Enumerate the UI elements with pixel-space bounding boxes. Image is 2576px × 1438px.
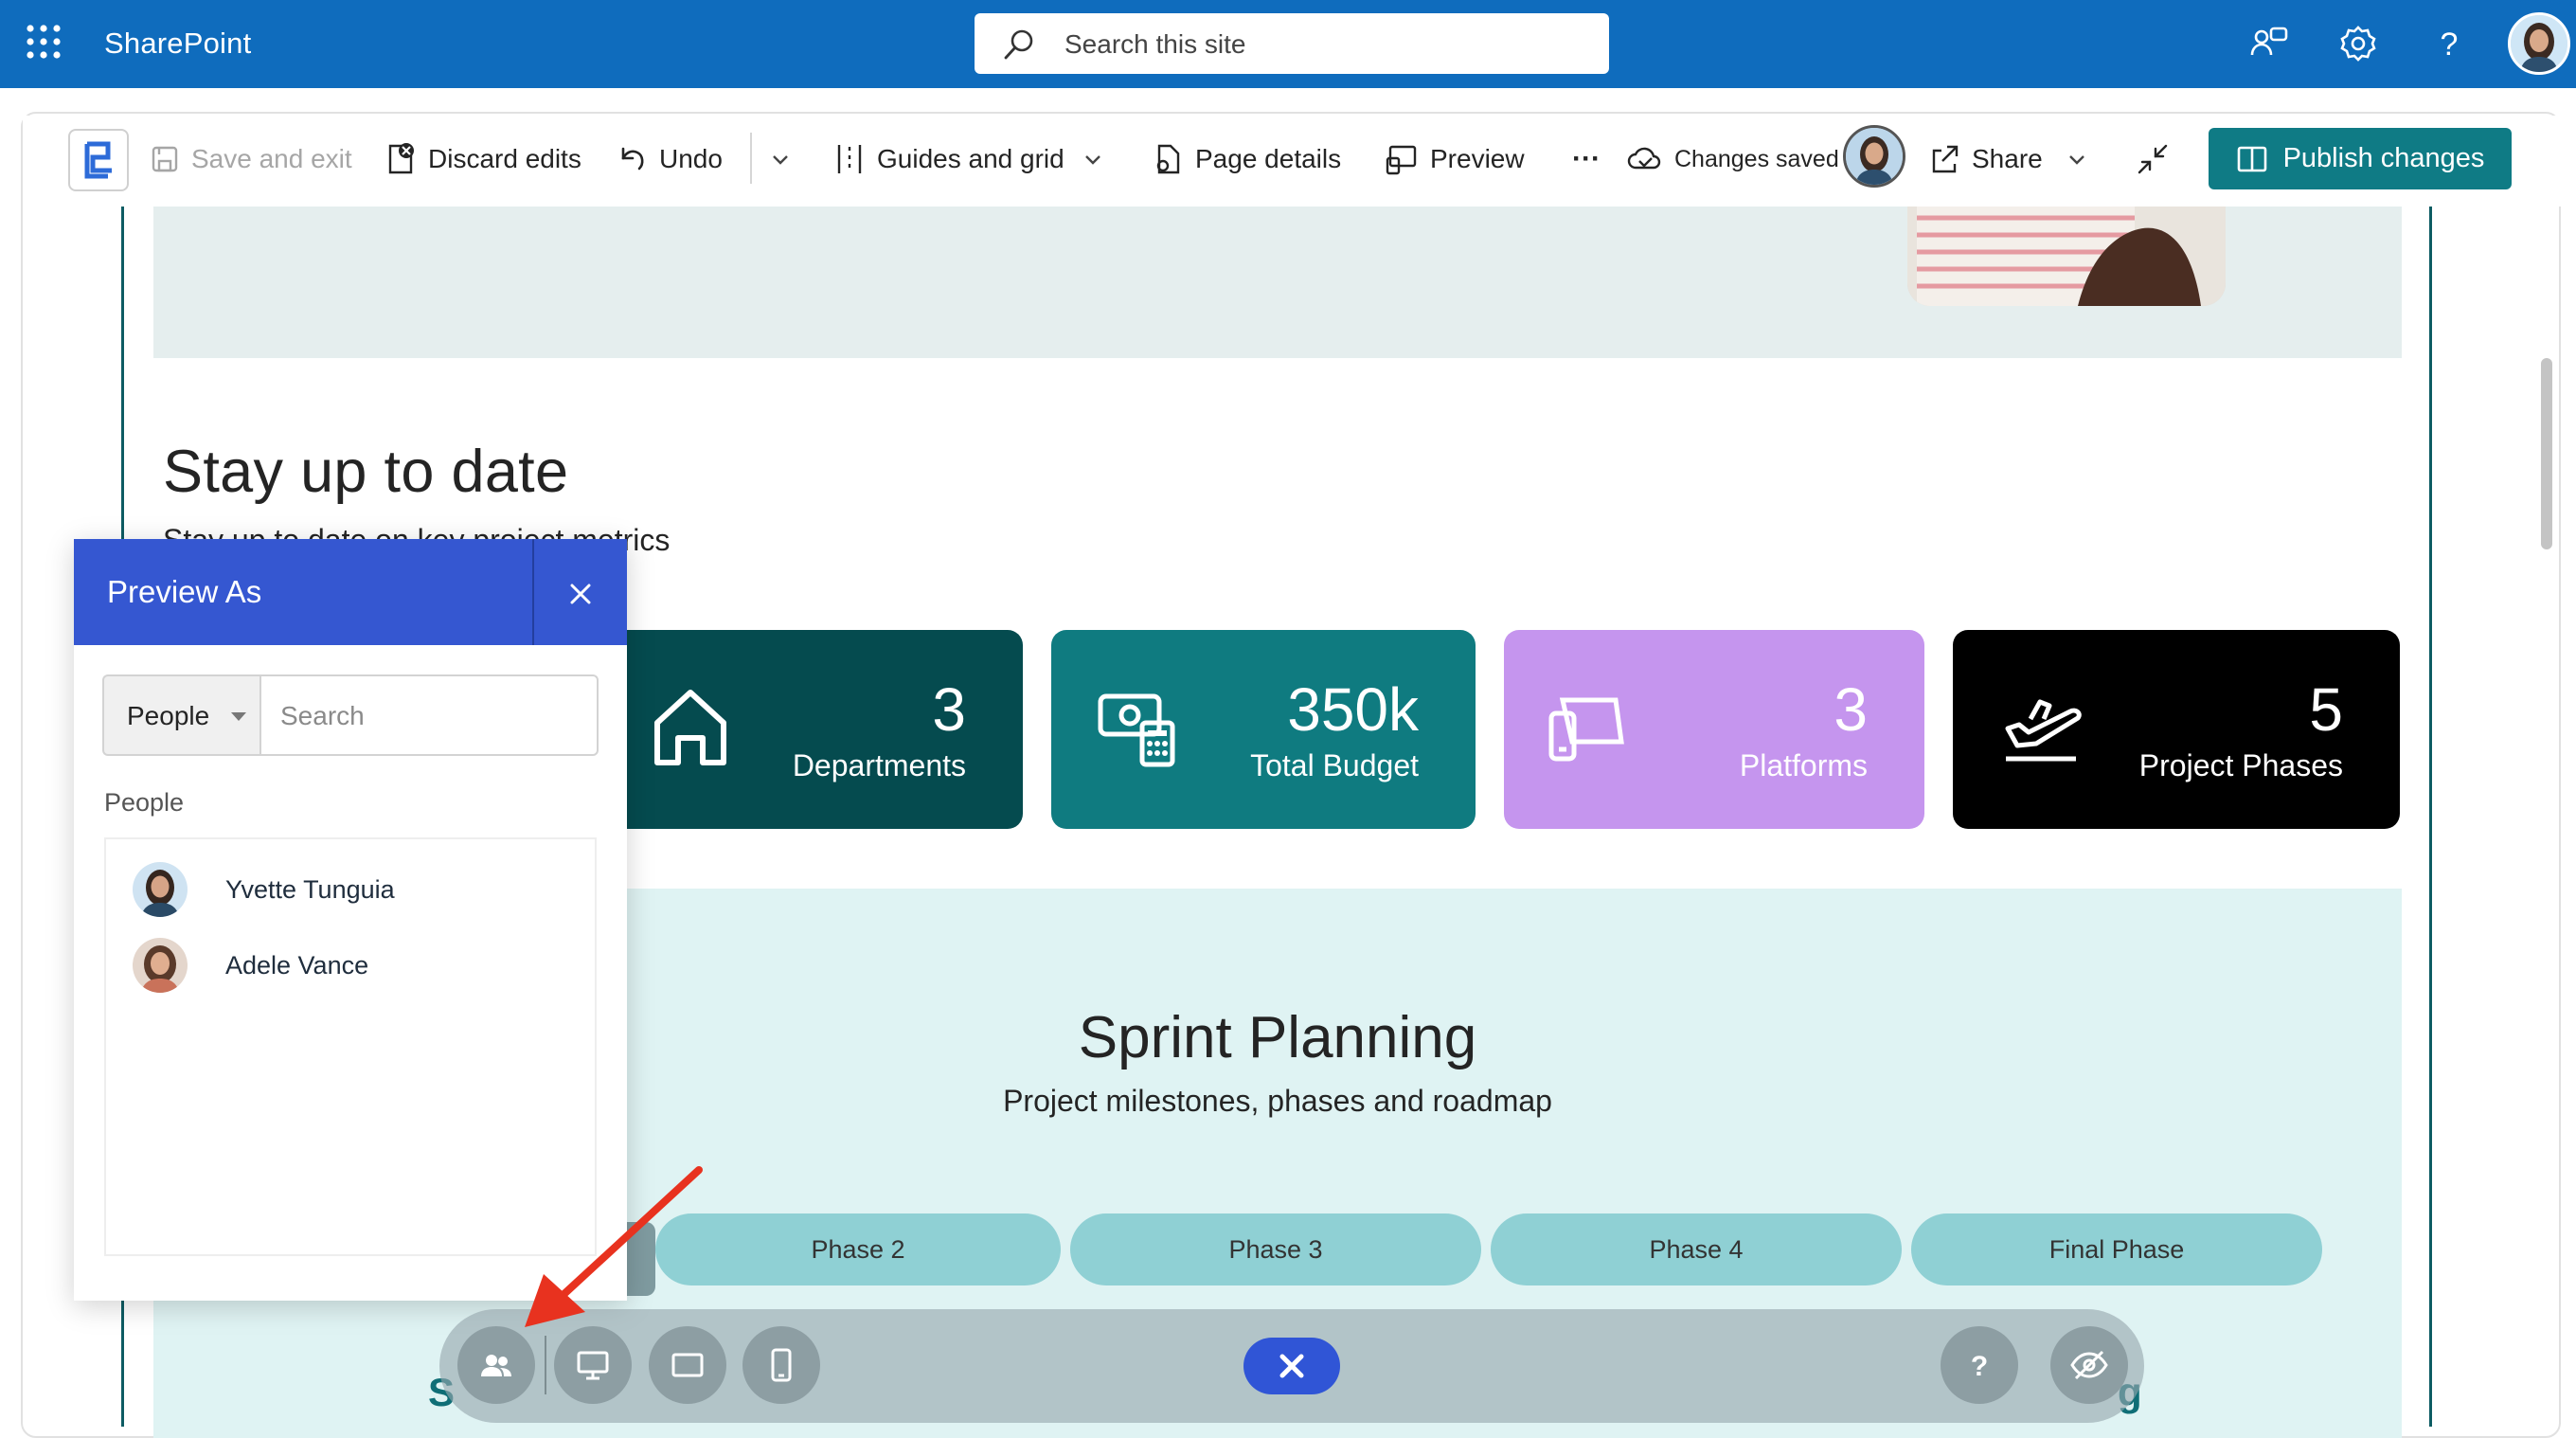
collapse-button[interactable]: [2137, 140, 2180, 178]
save-icon: [152, 146, 178, 172]
undo-label: Undo: [659, 144, 723, 173]
phase-pill[interactable]: Phase 3: [1070, 1213, 1481, 1285]
people-list-label: People: [104, 788, 185, 817]
phone-icon[interactable]: [742, 1326, 820, 1404]
app-name[interactable]: SharePoint: [104, 27, 251, 61]
list-item-person[interactable]: Adele Vance: [133, 937, 368, 994]
person-avatar: [133, 862, 188, 917]
site-logo[interactable]: [68, 129, 129, 191]
page-scrollbar[interactable]: [2541, 358, 2552, 549]
close-icon: [1279, 1354, 1304, 1378]
metric-label: Total Budget: [1250, 748, 1419, 782]
changes-saved-status: Changes saved: [1627, 140, 1839, 178]
undo-button[interactable]: Undo: [616, 140, 723, 178]
home-icon: [654, 690, 726, 765]
toolbar-divider: [545, 1336, 546, 1394]
metric-value: 5: [2309, 675, 2343, 744]
metric-card-total-budget[interactable]: 350k Total Budget: [1051, 630, 1476, 829]
phase-pill[interactable]: Final Phase: [1911, 1213, 2322, 1285]
page-details-button[interactable]: Page details: [1152, 140, 1341, 178]
annotation-arrow-icon: [525, 1166, 703, 1327]
share-icon: [1932, 145, 1959, 173]
share-label: Share: [1972, 144, 2043, 173]
collapse-icon: [2138, 144, 2168, 174]
list-item-person[interactable]: Yvette Tunguia: [133, 861, 395, 918]
phase-pill[interactable]: Phase 4: [1491, 1213, 1902, 1285]
tablet-landscape-icon[interactable]: [649, 1326, 726, 1404]
section-title: Stay up to date: [163, 439, 569, 505]
preview-label: Preview: [1430, 144, 1525, 173]
discard-edits-icon: [388, 143, 414, 174]
section-right-border: [2429, 207, 2432, 1427]
book-open-icon: [2237, 146, 2266, 171]
metric-card-project-phases[interactable]: 5 Project Phases: [1953, 630, 2400, 829]
chevron-down-icon: [2068, 155, 2084, 165]
people-search-placeholder: Search: [280, 701, 365, 730]
changes-saved-label: Changes saved: [1674, 145, 1839, 172]
discard-edits-label: Discard edits: [428, 144, 581, 173]
person-name: Yvette Tunguia: [225, 874, 395, 904]
guides-grid-icon: [837, 145, 862, 173]
discard-edits-button[interactable]: Discard edits: [383, 140, 581, 178]
audience-type-select[interactable]: People: [102, 674, 259, 756]
share-button[interactable]: Share: [1928, 140, 2100, 178]
site-search-box[interactable]: Search this site: [975, 13, 1609, 74]
more-options-button[interactable]: ···: [1572, 140, 1601, 178]
search-icon: [1003, 28, 1035, 61]
metric-value: 350k: [1287, 675, 1419, 744]
chevron-down-icon: [1084, 155, 1100, 165]
site-search-placeholder: Search this site: [1064, 29, 1246, 59]
chevron-down-icon: [773, 155, 788, 165]
svg-text:?: ?: [1971, 1351, 1988, 1382]
guides-and-grid-label: Guides and grid: [877, 144, 1064, 173]
hero-image: [1907, 207, 2226, 306]
page-settings-icon: [1156, 144, 1180, 174]
phase-pill[interactable]: Phase 2: [655, 1213, 1061, 1285]
help-icon[interactable]: ?: [2424, 19, 2474, 68]
preview-icon: [1386, 145, 1417, 175]
account-avatar[interactable]: [2508, 12, 2570, 75]
eye-off-icon[interactable]: [2050, 1326, 2128, 1404]
person-avatar: [133, 938, 188, 993]
people-search-input[interactable]: Search: [259, 674, 599, 756]
editor-avatar[interactable]: [1843, 125, 1905, 188]
metric-label: Project Phases: [2138, 748, 2343, 782]
cloud-check-icon: [1627, 147, 1661, 170]
publish-changes-button[interactable]: Publish changes: [2209, 128, 2512, 189]
desktop-icon[interactable]: [554, 1326, 632, 1404]
preview-button[interactable]: Preview: [1385, 140, 1525, 178]
person-name: Adele Vance: [225, 950, 369, 980]
page-details-label: Page details: [1195, 144, 1342, 173]
airplane-takeoff-icon: [2005, 699, 2082, 762]
settings-gear-icon[interactable]: [2334, 19, 2383, 68]
metric-value: 3: [1834, 675, 1868, 744]
metric-label: Departments: [792, 748, 966, 782]
devices-icon: [1548, 697, 1624, 762]
money-calculator-icon: [1098, 693, 1175, 767]
guides-and-grid-button[interactable]: Guides and grid: [833, 140, 1116, 178]
publish-changes-label: Publish changes: [2282, 143, 2485, 173]
help-icon[interactable]: ?: [1941, 1326, 2018, 1404]
caret-down-icon: [231, 712, 246, 721]
undo-icon: [621, 147, 644, 171]
close-icon[interactable]: [557, 570, 604, 618]
metric-label: Platforms: [1739, 748, 1868, 782]
undo-dropdown-button[interactable]: [769, 140, 803, 178]
preview-as-title: Preview As: [107, 574, 262, 609]
metric-card-departments[interactable]: 3 Departments: [568, 630, 1023, 829]
app-launcher-icon[interactable]: [23, 21, 70, 68]
feedback-icon[interactable]: [2245, 19, 2294, 68]
people-icon[interactable]: [457, 1326, 535, 1404]
metric-card-platforms[interactable]: 3 Platforms: [1504, 630, 1924, 829]
audience-type-value: People: [127, 701, 210, 730]
save-and-exit-button[interactable]: Save and exit: [150, 140, 352, 178]
toolbar-divider: [750, 133, 752, 184]
header-divider: [532, 539, 534, 645]
metric-value: 3: [932, 675, 966, 744]
save-and-exit-label: Save and exit: [191, 144, 352, 173]
svg-text:?: ?: [2441, 27, 2459, 63]
close-preview-button[interactable]: [1243, 1338, 1340, 1394]
